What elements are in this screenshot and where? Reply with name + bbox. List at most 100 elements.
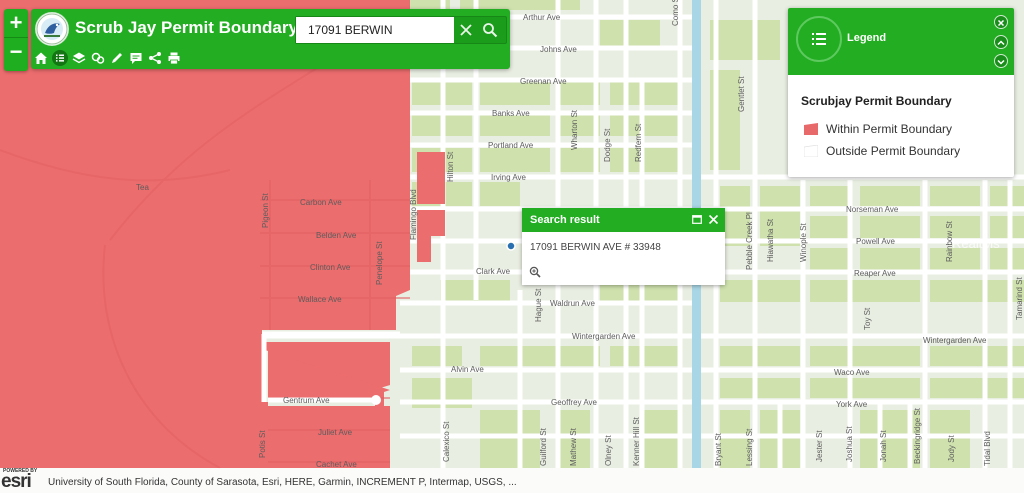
street-label: Olney St bbox=[604, 435, 613, 466]
street-label: Guilford St bbox=[539, 427, 548, 466]
zoom-out-button[interactable]: − bbox=[4, 37, 28, 66]
street-label: Jody St bbox=[947, 435, 956, 462]
street-label: Clinton Ave bbox=[310, 263, 351, 272]
home-icon[interactable] bbox=[33, 50, 49, 66]
street-label: Mathew St bbox=[569, 427, 578, 466]
street-label: Toy St bbox=[863, 307, 872, 330]
street-label: Hiawatha St bbox=[766, 218, 775, 262]
app-logo bbox=[35, 12, 69, 46]
street-label: Gentrum Ave bbox=[283, 396, 330, 405]
street-label: Como St bbox=[671, 0, 680, 26]
search-input[interactable] bbox=[296, 17, 454, 43]
app-title: Scrub Jay Permit Boundary bbox=[75, 18, 298, 37]
street-label: Pebble Creek Pl bbox=[745, 212, 754, 270]
street-label: Gentlet St bbox=[737, 76, 746, 112]
street-label: Penelope St bbox=[375, 241, 384, 285]
street-label: Waldrun Ave bbox=[550, 299, 595, 308]
popup-header: Search result bbox=[522, 208, 725, 232]
street-label: Banks Ave bbox=[492, 109, 530, 118]
search-result-popup: Search result 17091 BERWIN AVE # 33948 bbox=[522, 208, 725, 285]
street-label: Tidal Blvd bbox=[983, 431, 992, 466]
draw-icon[interactable] bbox=[109, 50, 125, 66]
street-label: Dodge St bbox=[603, 128, 612, 162]
street-label: Carbon Ave bbox=[300, 198, 342, 207]
street-label: Wharton St bbox=[570, 109, 579, 150]
legend-layer-title: Scrubjay Permit Boundary bbox=[801, 94, 952, 108]
chevron-up-icon bbox=[997, 40, 1005, 46]
street-label: Redfern St bbox=[634, 123, 643, 162]
close-icon[interactable] bbox=[708, 214, 719, 225]
street-label: Belden Ave bbox=[316, 231, 357, 240]
app-header: Scrub Jay Permit Boundary bbox=[31, 9, 510, 69]
esri-brand: esri bbox=[1, 471, 32, 492]
street-label: Kenner Hill St bbox=[632, 416, 641, 466]
share-icon[interactable] bbox=[147, 50, 163, 66]
search-widget bbox=[295, 16, 507, 44]
legend-list-icon[interactable] bbox=[796, 16, 842, 62]
street-label: Hilton St bbox=[446, 151, 455, 182]
street-label: Calexico St bbox=[442, 421, 451, 462]
street-label: Jonah St bbox=[879, 430, 888, 462]
street-label: Wintergarden Ave bbox=[572, 332, 636, 341]
close-icon[interactable] bbox=[458, 22, 474, 38]
street-label: Wallace Ave bbox=[298, 295, 342, 304]
street-label: Bryant St bbox=[714, 432, 723, 466]
popup-address: 17091 BERWIN AVE # 33948 bbox=[530, 242, 661, 253]
street-label: Clark Ave bbox=[476, 267, 511, 276]
street-label: Wintergarden Ave bbox=[923, 336, 987, 345]
basemap-icon[interactable] bbox=[90, 50, 106, 66]
esri-logo[interactable]: POWERED BY esri bbox=[1, 468, 45, 493]
street-label: Alvin Ave bbox=[451, 365, 484, 374]
legend-expand-button[interactable] bbox=[994, 54, 1008, 68]
street-label: Portland Ave bbox=[488, 141, 534, 150]
street-label: Pigeon St bbox=[261, 193, 270, 228]
street-label: Powell Ave bbox=[856, 237, 896, 246]
street-label: Norseman Ave bbox=[846, 205, 899, 214]
street-label: Juliet Ave bbox=[318, 428, 353, 437]
street-label: Flamingo Blvd bbox=[409, 189, 418, 240]
zoom-to-icon[interactable] bbox=[529, 266, 541, 278]
legend-close-button[interactable] bbox=[994, 15, 1008, 29]
legend-swatch bbox=[804, 145, 818, 157]
legend-panel: Legend Scrubjay Permit Boundary Within P… bbox=[788, 8, 1014, 177]
street-label: Reaper Ave bbox=[854, 269, 896, 278]
scrub-jay-logo-icon bbox=[36, 13, 68, 45]
street-label: Arthur Ave bbox=[523, 13, 561, 22]
street-label: Lessing St bbox=[745, 428, 754, 466]
legend-header: Legend bbox=[788, 8, 1014, 75]
watermark: RealtMs bbox=[952, 236, 1000, 251]
street-label: Hague St bbox=[534, 288, 543, 322]
street-label: Tea bbox=[136, 183, 149, 192]
print-icon[interactable] bbox=[166, 50, 182, 66]
zoom-control: + − bbox=[4, 9, 28, 71]
street-label: Greenan Ave bbox=[520, 77, 567, 86]
street-label: Winople St bbox=[799, 223, 808, 262]
attribution-bar: POWERED BY esri University of South Flor… bbox=[0, 468, 1024, 493]
toolbar bbox=[31, 49, 510, 69]
chevron-down-icon bbox=[997, 59, 1005, 65]
street-label: Tamarind St bbox=[1015, 277, 1024, 320]
street-label: York Ave bbox=[836, 400, 868, 409]
street-label: Beckingridge St bbox=[913, 407, 922, 464]
street-label: Joshua St bbox=[845, 426, 854, 462]
legend-item-label: Outside Permit Boundary bbox=[826, 144, 961, 158]
street-label: Jester St bbox=[815, 430, 824, 462]
street-label: Potis St bbox=[258, 430, 267, 458]
comment-icon[interactable] bbox=[128, 50, 144, 66]
close-icon bbox=[997, 19, 1005, 27]
street-label: Irving Ave bbox=[491, 173, 527, 182]
street-label: Geoffrey Ave bbox=[551, 398, 598, 407]
street-label: Johns Ave bbox=[540, 45, 577, 54]
street-label: Waco Ave bbox=[834, 368, 870, 377]
popup-title: Search result bbox=[530, 214, 600, 226]
legend-title: Legend bbox=[847, 32, 887, 44]
layers-icon[interactable] bbox=[71, 50, 87, 66]
search-icon[interactable] bbox=[482, 22, 498, 38]
legend-swatch bbox=[804, 123, 818, 135]
attribution-text[interactable]: University of South Florida, County of S… bbox=[48, 477, 517, 488]
legend-item-label: Within Permit Boundary bbox=[826, 122, 953, 136]
legend-collapse-button[interactable] bbox=[994, 35, 1008, 49]
list-icon[interactable] bbox=[52, 50, 68, 66]
maximize-icon[interactable] bbox=[692, 215, 702, 224]
zoom-in-button[interactable]: + bbox=[4, 9, 28, 37]
